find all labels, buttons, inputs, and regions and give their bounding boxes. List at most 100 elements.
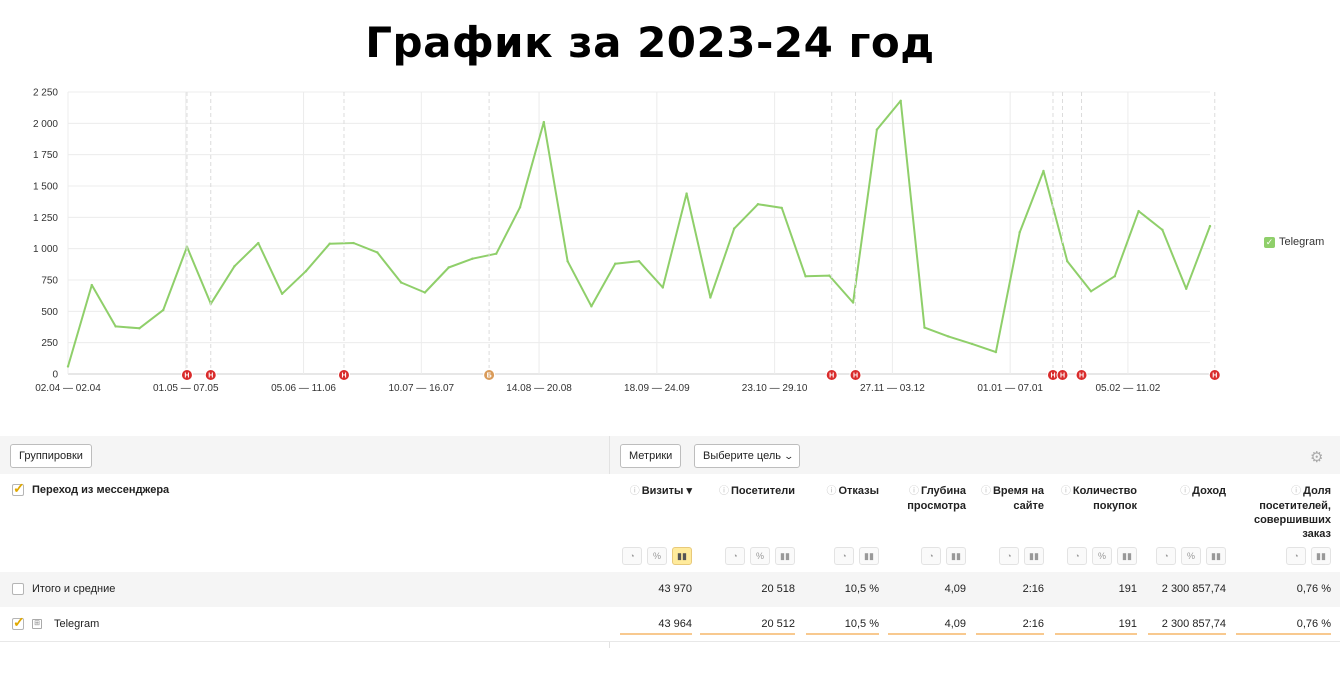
- data-point[interactable]: [1185, 287, 1188, 290]
- data-point[interactable]: [257, 241, 260, 245]
- bar-chart-icon[interactable]: ▮▮: [1117, 547, 1137, 565]
- data-point[interactable]: [423, 291, 427, 294]
- bar-chart-icon[interactable]: ▮▮: [672, 547, 692, 565]
- x-tick-label: 10.07 — 16.07: [389, 383, 455, 394]
- data-point[interactable]: [732, 227, 736, 230]
- data-point[interactable]: [1208, 224, 1212, 228]
- event-marker-label: Н: [853, 373, 858, 380]
- pie-chart-icon[interactable]: ◔: [725, 547, 745, 565]
- pie-chart-icon[interactable]: ◔: [1156, 547, 1176, 565]
- data-point[interactable]: [590, 305, 593, 308]
- bar-chart-icon[interactable]: ▮▮: [1206, 547, 1226, 565]
- data-point[interactable]: [1137, 209, 1140, 213]
- row-checkbox[interactable]: [12, 583, 24, 595]
- data-point[interactable]: [709, 296, 712, 299]
- pie-chart-icon[interactable]: ◔: [999, 547, 1019, 565]
- data-point[interactable]: [542, 120, 546, 124]
- column-header[interactable]: ⓘ Количество покупок: [1055, 484, 1137, 513]
- column-header[interactable]: ⓘ Доход: [1148, 484, 1226, 499]
- data-point[interactable]: [114, 325, 117, 328]
- data-point[interactable]: [399, 281, 403, 284]
- info-icon[interactable]: ⓘ: [1061, 486, 1071, 497]
- data-point[interactable]: [899, 99, 902, 102]
- bar-chart-icon[interactable]: ▮▮: [859, 547, 879, 565]
- column-header[interactable]: ⓘ Время на сайте: [976, 484, 1044, 513]
- legend-checkbox-icon[interactable]: ✓: [1264, 236, 1275, 248]
- data-point[interactable]: [1161, 228, 1164, 232]
- data-point[interactable]: [756, 202, 760, 206]
- groupings-button[interactable]: Группировки: [10, 444, 92, 468]
- data-point[interactable]: [138, 327, 141, 330]
- data-point[interactable]: [1066, 260, 1069, 263]
- bar-chart-icon[interactable]: ▮▮: [1024, 547, 1044, 565]
- info-icon[interactable]: ⓘ: [630, 486, 640, 497]
- info-icon[interactable]: ⓘ: [719, 486, 729, 497]
- data-point[interactable]: [161, 308, 165, 312]
- column-header[interactable]: ⓘ Доля посетителей, совершивших заказ: [1236, 484, 1331, 541]
- data-point[interactable]: [447, 266, 450, 269]
- pie-chart-icon[interactable]: ◔: [1286, 547, 1306, 565]
- table-cell: 0,76 %: [1296, 583, 1331, 595]
- column-header[interactable]: ⓘ Посетители: [700, 484, 795, 499]
- info-icon[interactable]: ⓘ: [826, 486, 836, 497]
- column-header[interactable]: ⓘ Глубина просмотра: [888, 484, 966, 513]
- bar-chart-icon[interactable]: ▮▮: [775, 547, 795, 565]
- data-point[interactable]: [518, 206, 522, 209]
- data-point[interactable]: [328, 242, 331, 245]
- dimension-header-label: Переход из мессенджера: [32, 484, 170, 496]
- data-point[interactable]: [376, 251, 379, 254]
- data-point[interactable]: [495, 252, 498, 255]
- pie-chart-icon[interactable]: ◔: [834, 547, 854, 565]
- data-point[interactable]: [566, 260, 569, 263]
- data-point[interactable]: [994, 350, 998, 354]
- data-point[interactable]: [614, 262, 617, 265]
- data-point[interactable]: [1089, 290, 1093, 293]
- table-row-telegram[interactable]: ⊞ Telegram 43 964 20 512 10,5 % 4,09 2:16 191…: [0, 607, 1340, 642]
- data-point[interactable]: [780, 206, 783, 210]
- data-point[interactable]: [90, 283, 93, 287]
- pie-chart-icon[interactable]: ◔: [622, 547, 642, 565]
- data-point[interactable]: [828, 274, 831, 277]
- percent-icon[interactable]: %: [1181, 547, 1201, 565]
- goal-select[interactable]: Выберите цель ⌄: [694, 444, 800, 468]
- pie-chart-icon[interactable]: ◔: [921, 547, 941, 565]
- pie-chart-icon[interactable]: ◔: [1067, 547, 1087, 565]
- header-checkbox[interactable]: [12, 480, 25, 497]
- data-point[interactable]: [304, 270, 308, 273]
- data-point[interactable]: [685, 192, 688, 195]
- data-point[interactable]: [875, 128, 879, 131]
- value-bar: [1236, 633, 1331, 635]
- metrics-button[interactable]: Метрики: [620, 444, 682, 468]
- data-point[interactable]: [66, 365, 70, 368]
- data-point[interactable]: [1113, 275, 1117, 278]
- data-point[interactable]: [947, 335, 950, 338]
- gear-icon[interactable]: ⚙: [1310, 448, 1323, 466]
- data-point[interactable]: [1042, 169, 1045, 173]
- data-point[interactable]: [851, 301, 855, 304]
- column-view-icons: ◔% ▮▮: [622, 547, 692, 565]
- row-checkbox[interactable]: [12, 614, 25, 631]
- info-icon[interactable]: ⓘ: [909, 486, 919, 497]
- percent-icon[interactable]: %: [1092, 547, 1112, 565]
- data-point[interactable]: [471, 257, 474, 260]
- data-point[interactable]: [923, 326, 926, 329]
- info-icon[interactable]: ⓘ: [981, 486, 991, 497]
- percent-icon[interactable]: %: [647, 547, 667, 565]
- bar-chart-icon[interactable]: ▮▮: [946, 547, 966, 565]
- data-point[interactable]: [233, 265, 236, 268]
- chart-legend[interactable]: ✓ Telegram: [1264, 236, 1324, 248]
- column-header[interactable]: ⓘ Визиты ▾: [620, 484, 692, 499]
- bar-chart-icon[interactable]: ▮▮: [1311, 547, 1331, 565]
- data-point[interactable]: [970, 342, 974, 346]
- column-header[interactable]: ⓘ Отказы: [806, 484, 879, 499]
- data-point[interactable]: [280, 292, 284, 295]
- info-icon[interactable]: ⓘ: [1180, 486, 1190, 497]
- data-point[interactable]: [637, 260, 641, 263]
- x-tick-label: 02.04 — 02.04: [35, 383, 101, 394]
- data-point[interactable]: [1018, 231, 1021, 234]
- percent-icon[interactable]: %: [750, 547, 770, 565]
- data-point[interactable]: [661, 286, 664, 289]
- info-icon[interactable]: ⓘ: [1291, 486, 1301, 497]
- data-point[interactable]: [352, 241, 355, 245]
- data-point[interactable]: [804, 275, 807, 278]
